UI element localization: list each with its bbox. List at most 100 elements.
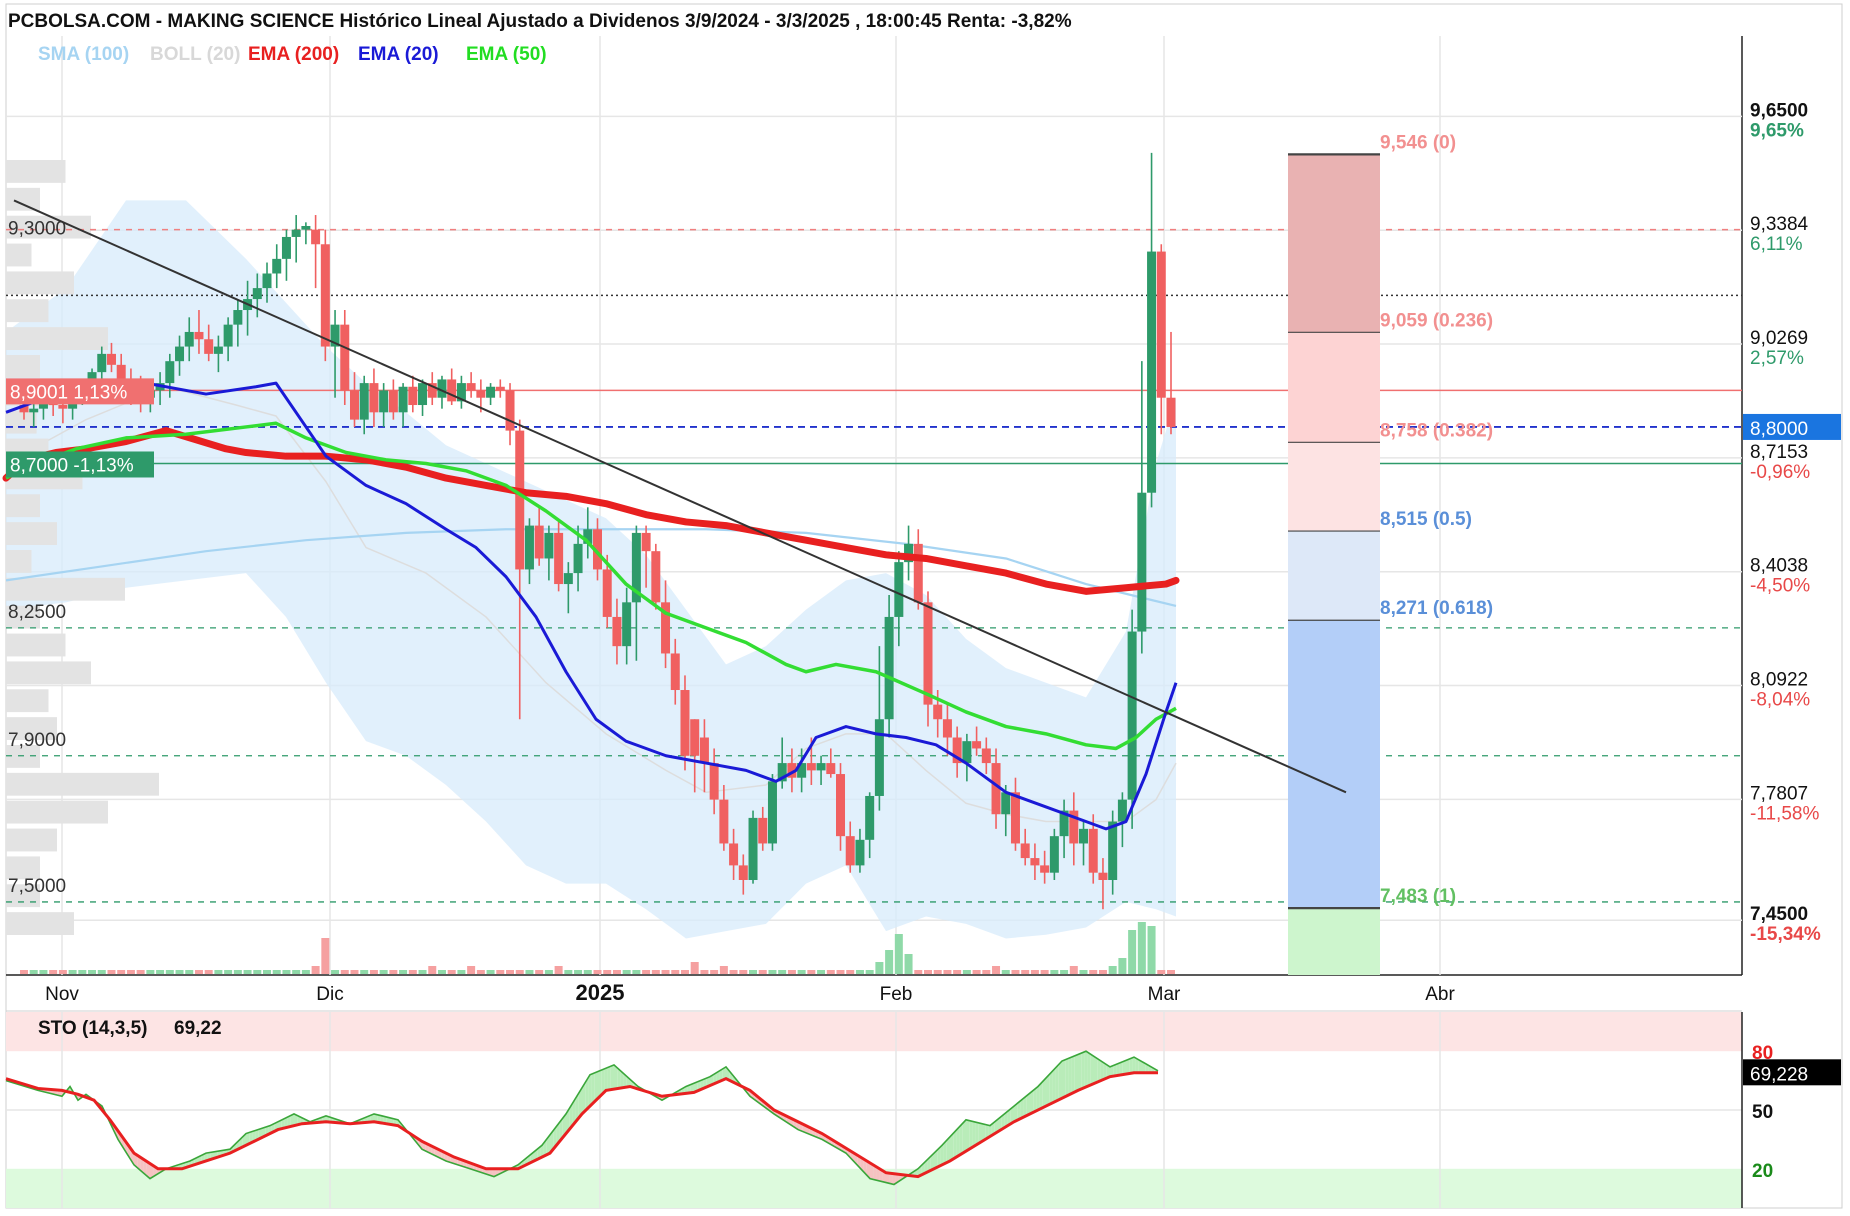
sto-fill-seg-1276 bbox=[1026, 1093, 1030, 1116]
volume-bar-114 bbox=[1128, 930, 1137, 974]
fib-level-label-5: 7,483 (1) bbox=[1380, 886, 1456, 907]
candle-body-57 bbox=[573, 543, 583, 574]
volume-bar-66 bbox=[661, 970, 670, 974]
candle-body-41 bbox=[418, 383, 428, 406]
candle-body-28 bbox=[291, 229, 301, 237]
volume-bar-26 bbox=[272, 970, 281, 974]
volume-bar-14 bbox=[156, 970, 165, 974]
volume-bar-103 bbox=[1021, 970, 1030, 974]
candle-body-69 bbox=[690, 719, 700, 756]
right-axis-pct-5: -8,04% bbox=[1750, 690, 1810, 711]
volume-bar-50 bbox=[506, 970, 515, 974]
left-axis-label-1: 8,2500 bbox=[8, 602, 66, 623]
volume-bar-17 bbox=[185, 970, 194, 974]
candle-body-77 bbox=[767, 781, 777, 844]
volume-profile-bar-9 bbox=[6, 410, 37, 434]
volume-bar-22 bbox=[233, 970, 242, 974]
volume-bar-81 bbox=[807, 970, 816, 974]
candle-body-111 bbox=[1098, 872, 1108, 881]
candle-body-17 bbox=[184, 331, 194, 347]
volume-bar-55 bbox=[554, 966, 563, 974]
sto-indicator-value: 69,22 bbox=[174, 1018, 222, 1039]
volume-bar-74 bbox=[739, 970, 748, 974]
volume-bar-35 bbox=[360, 970, 369, 974]
volume-bar-4 bbox=[58, 970, 67, 974]
candle-body-101 bbox=[1001, 792, 1011, 815]
current-price-tag-text: 8,8000 bbox=[1750, 419, 1808, 440]
volume-bar-105 bbox=[1040, 970, 1049, 974]
sto-fill-seg-752 bbox=[607, 1066, 611, 1091]
volume-bar-63 bbox=[632, 970, 641, 974]
chart-title: PCBOLSA.COM - MAKING SCIENCE Histórico L… bbox=[8, 11, 1072, 32]
candle-body-118 bbox=[1166, 397, 1176, 427]
sto-fill-seg-1368 bbox=[1100, 1060, 1104, 1081]
volume-profile-bar-12 bbox=[6, 494, 40, 518]
volume-bar-77 bbox=[768, 970, 777, 974]
volume-bar-68 bbox=[680, 970, 689, 974]
legend-item-1: BOLL (20) bbox=[150, 44, 240, 65]
volume-bar-86 bbox=[855, 970, 864, 974]
candle-body-62 bbox=[622, 602, 632, 647]
volume-profile-bar-13 bbox=[6, 522, 57, 545]
sto-overbought-zone bbox=[6, 1012, 1742, 1052]
volume-bar-9 bbox=[107, 970, 116, 974]
legend-item-4: EMA (50) bbox=[466, 44, 547, 65]
volume-profile-bar-23 bbox=[6, 800, 108, 824]
right-axis-price-0: 9,6500 bbox=[1750, 100, 1808, 121]
volume-bar-7 bbox=[88, 970, 97, 974]
sto-fill-seg-1180 bbox=[950, 1133, 954, 1161]
candle-body-49 bbox=[495, 386, 505, 391]
x-tick-label-0: Nov bbox=[45, 984, 79, 1005]
candle-body-15 bbox=[165, 361, 175, 384]
candle-body-109 bbox=[1079, 828, 1089, 844]
volume-bar-108 bbox=[1069, 966, 1078, 974]
candle-body-116 bbox=[1147, 251, 1157, 493]
volume-bar-96 bbox=[953, 970, 962, 974]
candle-body-61 bbox=[612, 616, 622, 647]
volume-bar-54 bbox=[544, 970, 553, 974]
volume-bar-5 bbox=[68, 970, 77, 974]
candle-body-48 bbox=[486, 386, 496, 398]
candle-body-31 bbox=[320, 244, 330, 347]
right-axis-pct-0: 9,65% bbox=[1750, 120, 1804, 141]
sto-fill-seg-756 bbox=[610, 1064, 614, 1090]
sto-fill-seg-760 bbox=[614, 1064, 618, 1090]
candle-body-25 bbox=[262, 273, 272, 289]
volume-profile-bar-4 bbox=[6, 271, 74, 295]
right-axis-pct-7: -15,34% bbox=[1750, 924, 1821, 945]
volume-profile-bar-15 bbox=[6, 577, 125, 601]
candle-body-51 bbox=[515, 430, 525, 570]
sto-fill-seg-1316 bbox=[1058, 1061, 1062, 1100]
sto-fill-seg-1288 bbox=[1036, 1084, 1040, 1111]
x-tick-label-1: Dic bbox=[316, 984, 343, 1005]
volume-bar-69 bbox=[690, 962, 699, 974]
volume-bar-43 bbox=[437, 970, 446, 974]
volume-bar-16 bbox=[175, 970, 184, 974]
sto-fill-seg-1308 bbox=[1052, 1067, 1056, 1103]
candle-body-39 bbox=[398, 386, 408, 413]
candle-body-71 bbox=[709, 763, 719, 800]
left-axis-label-3: 7,5000 bbox=[8, 876, 66, 897]
right-axis-price-1: 9,3384 bbox=[1750, 214, 1809, 235]
candle-body-38 bbox=[388, 390, 398, 413]
sto-indicator-title: STO (14,3,5) bbox=[38, 1018, 147, 1039]
volume-bar-40 bbox=[408, 970, 417, 974]
left-axis-label-2: 7,9000 bbox=[8, 730, 66, 751]
volume-bar-109 bbox=[1079, 970, 1088, 974]
volume-bar-102 bbox=[1011, 970, 1020, 974]
volume-bar-72 bbox=[719, 966, 728, 974]
volume-bar-29 bbox=[301, 970, 310, 974]
candle-body-105 bbox=[1040, 865, 1050, 873]
candle-body-19 bbox=[204, 339, 214, 354]
candle-body-72 bbox=[719, 799, 729, 844]
volume-bar-30 bbox=[311, 966, 320, 974]
volume-bar-88 bbox=[875, 962, 884, 974]
volume-bar-34 bbox=[350, 970, 359, 974]
candle-body-8 bbox=[97, 353, 107, 373]
sto-fill-seg-1324 bbox=[1065, 1058, 1069, 1097]
volume-bar-92 bbox=[914, 970, 923, 974]
candle-body-9 bbox=[106, 353, 116, 365]
volume-bar-80 bbox=[797, 970, 806, 974]
sto-fill-seg-1284 bbox=[1033, 1087, 1037, 1113]
candle-body-95 bbox=[942, 719, 952, 738]
